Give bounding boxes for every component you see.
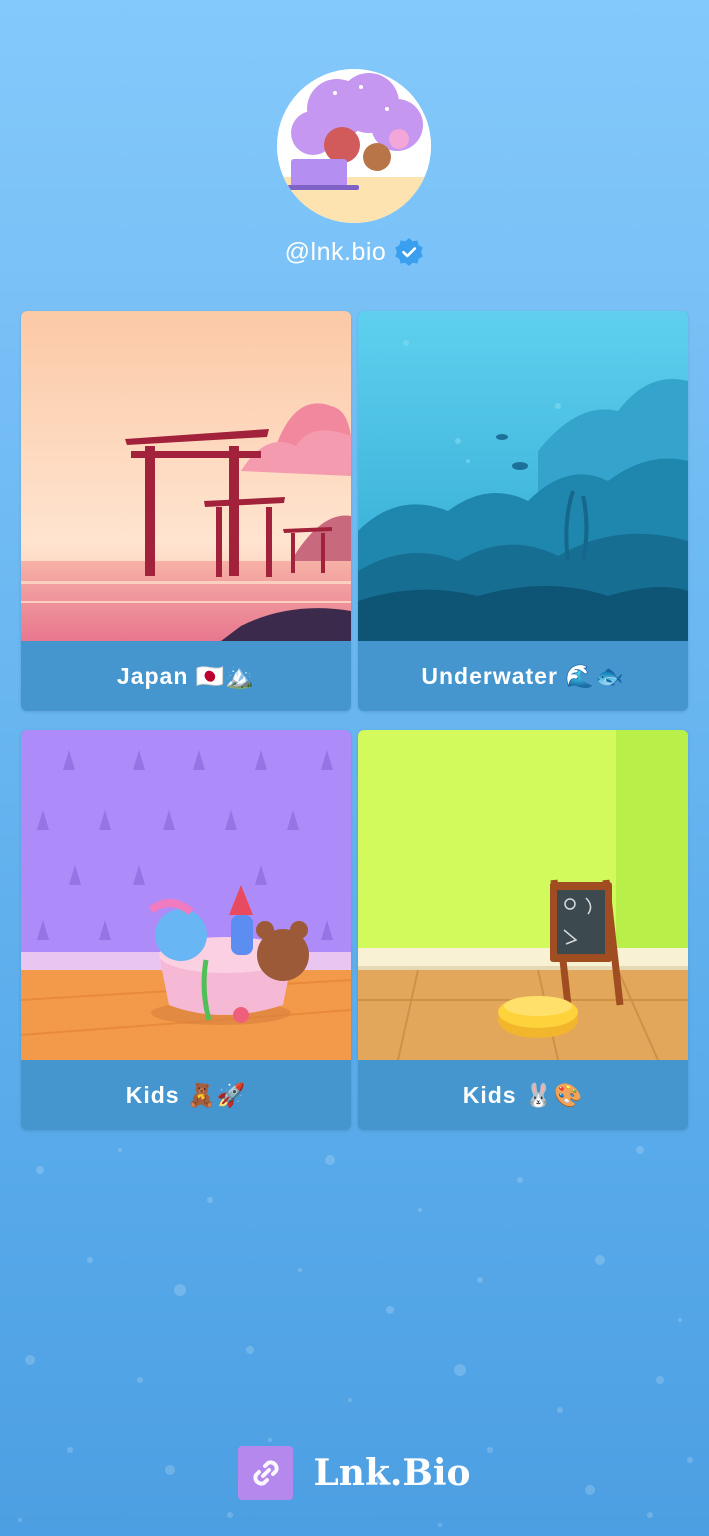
brand-name: Lnk.Bio <box>313 1452 471 1494</box>
toy-basket-thumbnail <box>21 730 351 1060</box>
link-card-kids-art[interactable]: Kids 🐰🎨 <box>358 730 688 1130</box>
profile-avatar[interactable] <box>277 69 431 223</box>
profile-handle: @lnk.bio <box>284 237 387 266</box>
brand-logo-box <box>238 1446 294 1500</box>
profile-handle-row: @lnk.bio <box>0 234 709 270</box>
link-card-underwater[interactable]: Underwater 🌊🐟 <box>358 311 688 711</box>
link-chain-icon <box>253 1460 279 1486</box>
torii-sunset-thumbnail <box>21 311 351 641</box>
underwater-thumbnail <box>358 311 688 641</box>
link-label-japan: Japan 🇯🇵🏔️ <box>116 662 256 689</box>
link-card-kids-toys[interactable]: Kids 🧸🚀 <box>21 730 351 1130</box>
link-card-japan[interactable]: Japan 🇯🇵🏔️ <box>21 311 351 711</box>
verified-badge-icon <box>395 238 424 266</box>
link-label-kids-art: Kids 🐰🎨 <box>462 1081 584 1108</box>
link-label-underwater: Underwater 🌊🐟 <box>421 662 625 689</box>
chalkboard-room-thumbnail <box>358 730 688 1060</box>
avatar-illustration-icon <box>277 69 431 223</box>
footer-brand-link[interactable]: Lnk.Bio <box>0 1446 709 1500</box>
link-label-kids-toys: Kids 🧸🚀 <box>125 1081 247 1108</box>
